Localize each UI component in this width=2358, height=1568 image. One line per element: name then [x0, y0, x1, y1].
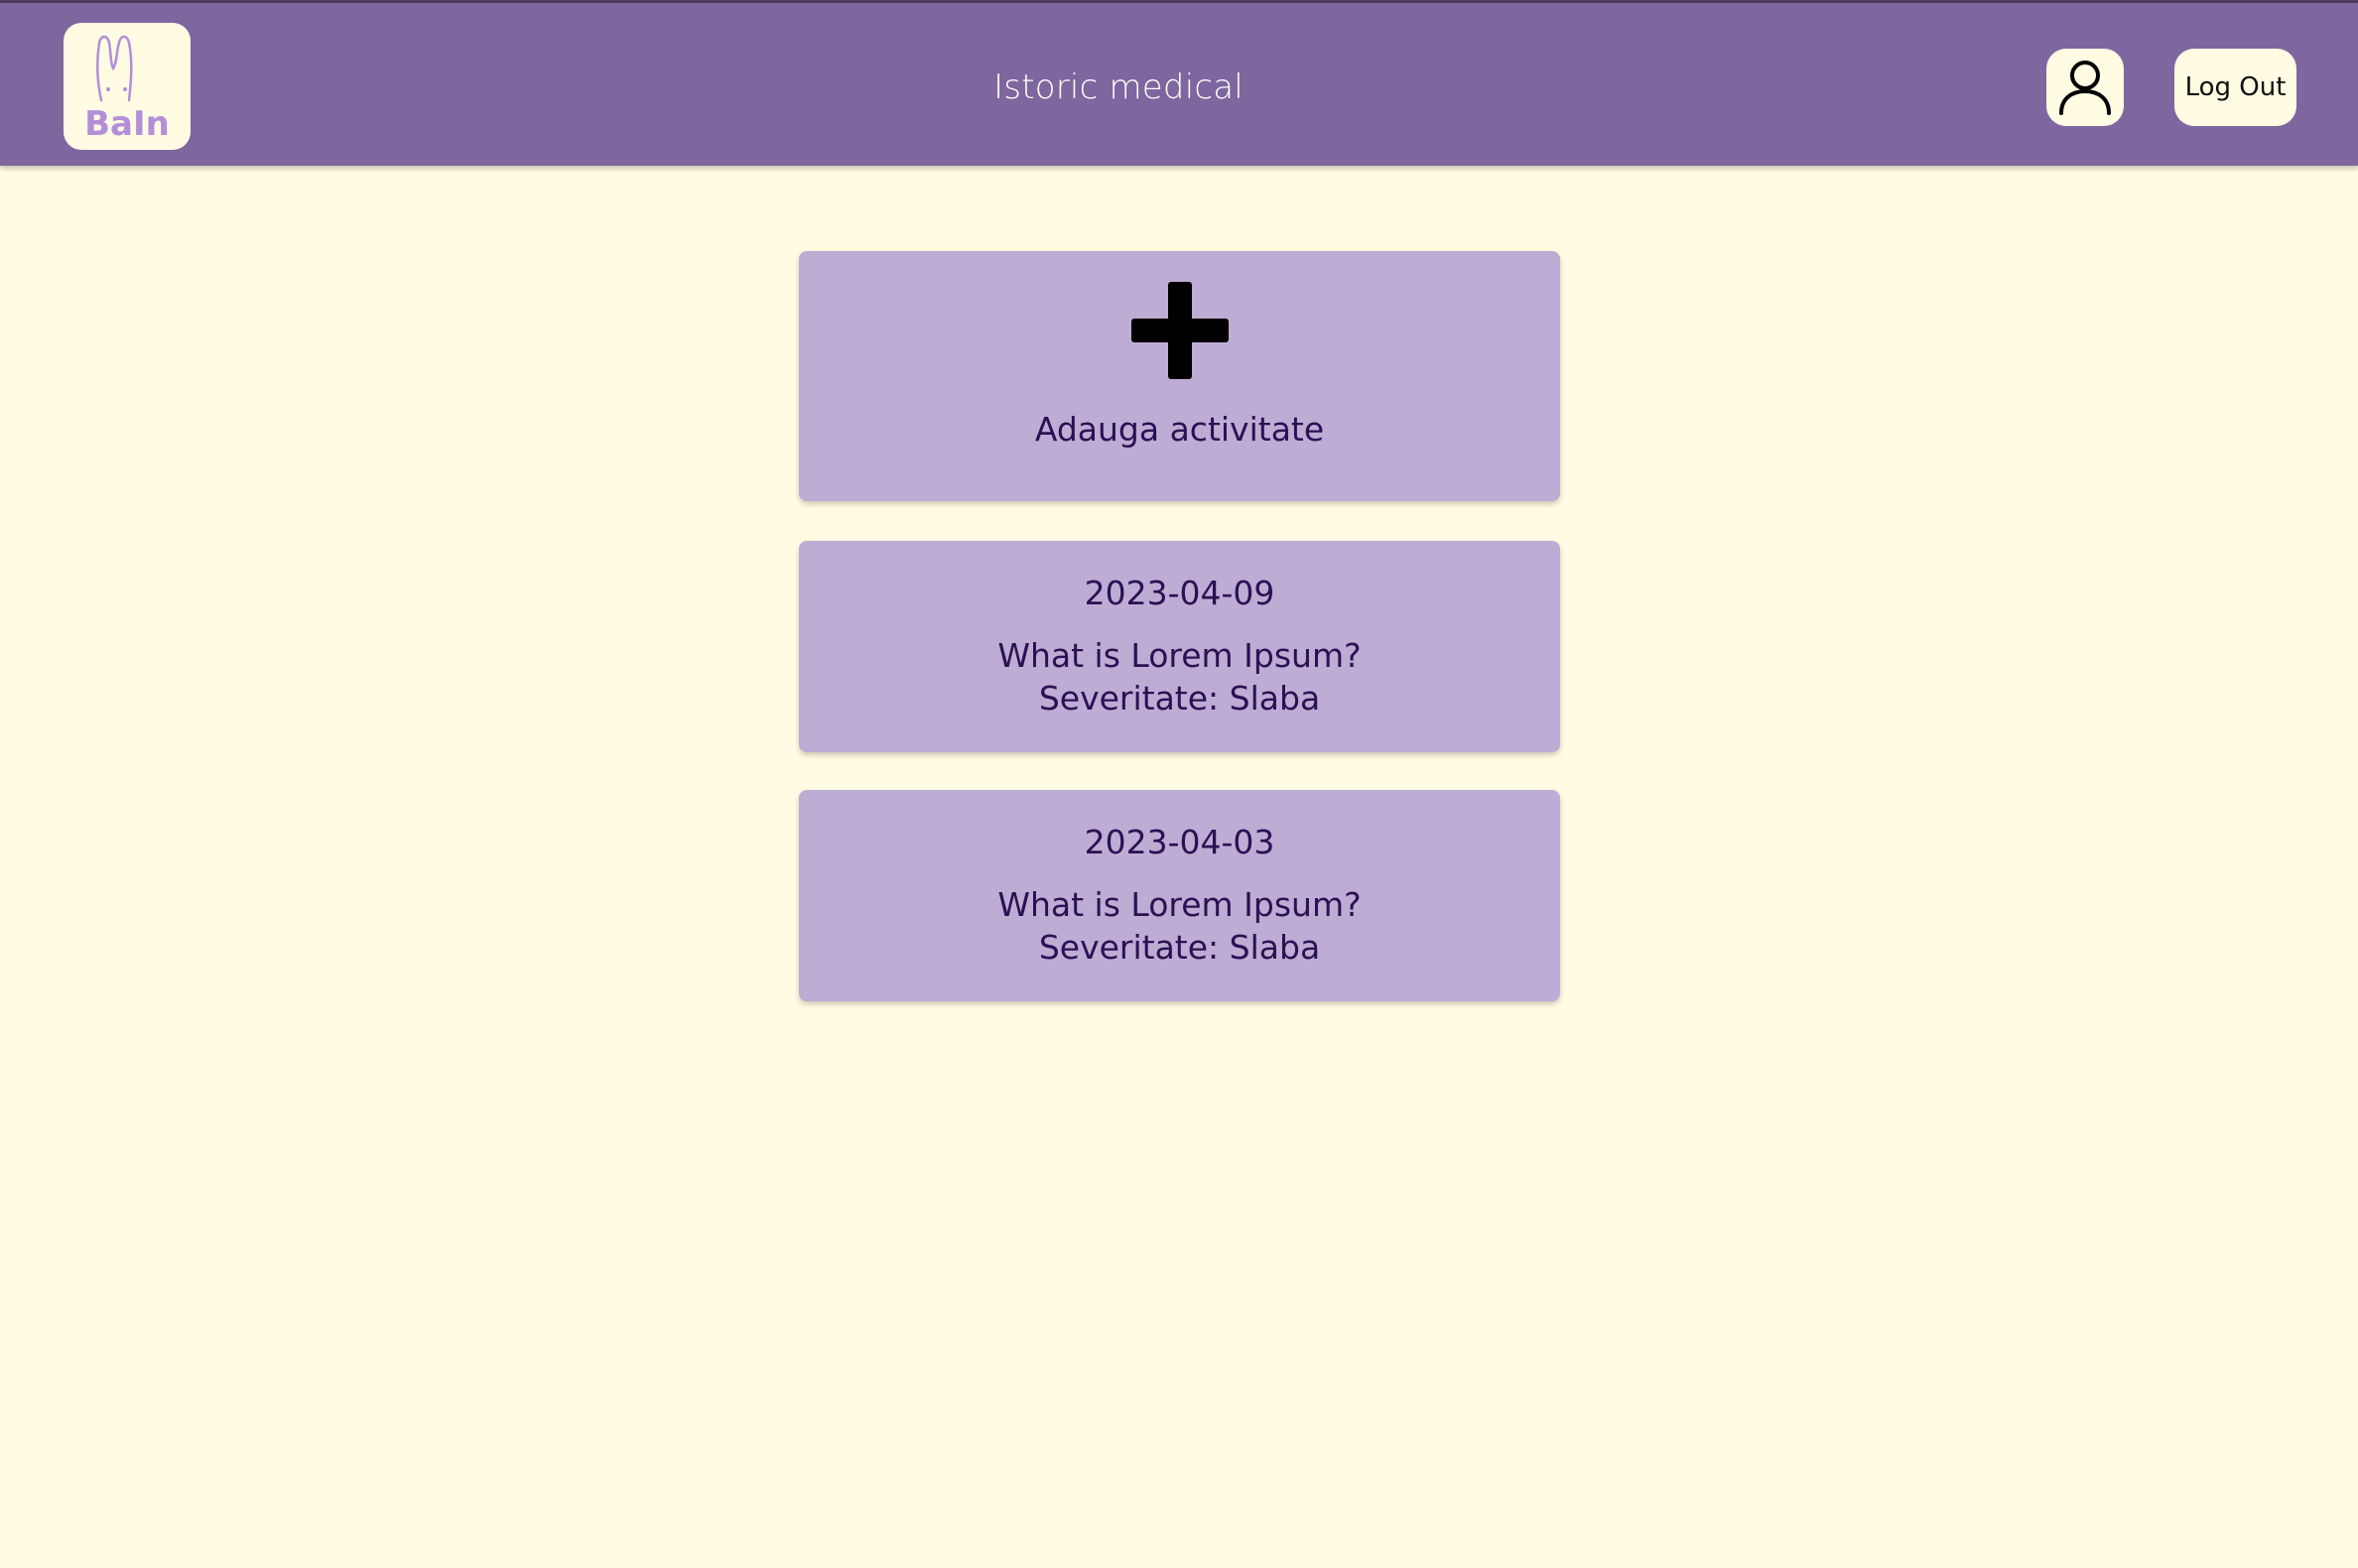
- entry-description: What is Lorem Ipsum?: [997, 885, 1362, 924]
- user-icon: [2059, 61, 2111, 115]
- plus-icon: [1131, 282, 1229, 379]
- entry-date: 2023-04-09: [1084, 574, 1275, 612]
- entry-description: What is Lorem Ipsum?: [997, 636, 1362, 675]
- top-header: BaIn Istoric medical Log Out: [0, 0, 2358, 166]
- profile-button[interactable]: [2046, 49, 2124, 126]
- add-activity-card[interactable]: Adauga activitate: [799, 251, 1560, 501]
- logout-button[interactable]: Log Out: [2174, 49, 2296, 126]
- page-title: Istoric medical: [993, 67, 1244, 107]
- history-entry-card[interactable]: 2023-04-09 What is Lorem Ipsum? Severita…: [799, 541, 1560, 752]
- add-activity-label: Adauga activitate: [1034, 410, 1325, 449]
- entry-severity: Severitate: Slaba: [1038, 679, 1321, 718]
- entry-severity: Severitate: Slaba: [1038, 928, 1321, 967]
- history-entry-card[interactable]: 2023-04-03 What is Lorem Ipsum? Severita…: [799, 790, 1560, 1001]
- entry-date: 2023-04-03: [1084, 823, 1275, 861]
- logo-text: BaIn: [84, 104, 170, 144]
